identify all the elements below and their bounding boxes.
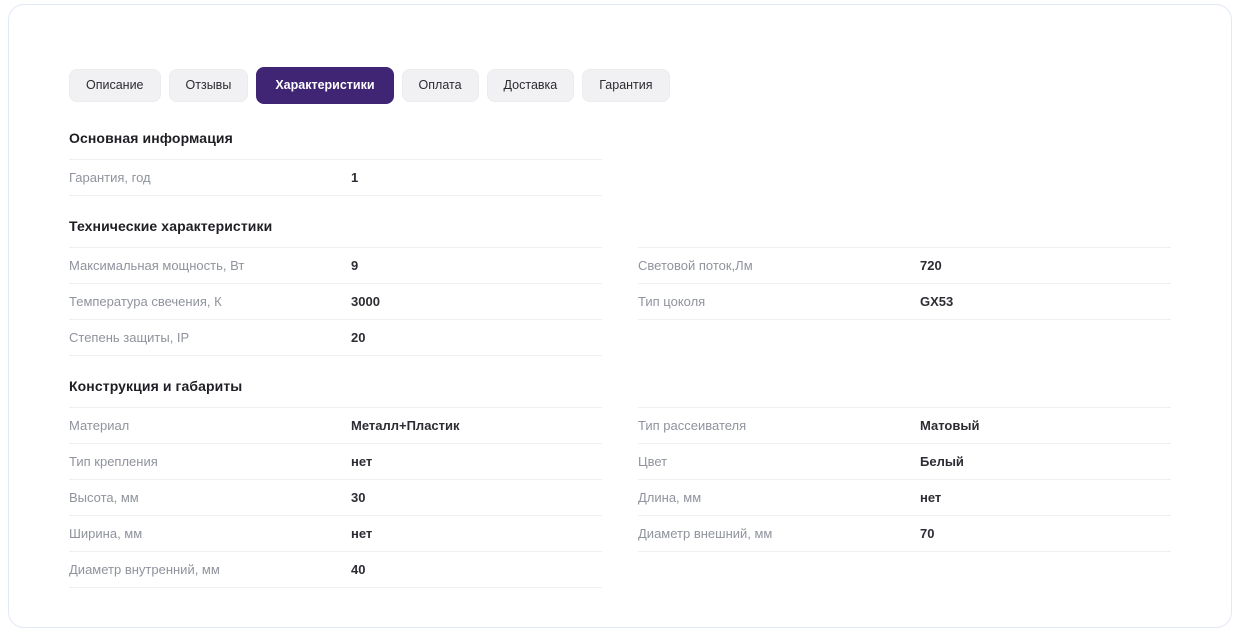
spec-row-ip-rating: Степень защиты, IP 20 bbox=[69, 320, 602, 356]
section-construction: Конструкция и габариты Материал Металл+П… bbox=[69, 378, 1171, 588]
spec-value: 720 bbox=[920, 257, 942, 273]
spec-label: Высота, мм bbox=[69, 489, 139, 505]
section-title-technical: Технические характеристики bbox=[69, 217, 273, 234]
spec-value: 1 bbox=[351, 169, 359, 185]
tab-characteristics[interactable]: Характеристики bbox=[256, 67, 394, 104]
spec-value: GX53 bbox=[920, 293, 954, 309]
spec-value: 3000 bbox=[351, 293, 380, 309]
spec-label: Степень защиты, IP bbox=[69, 329, 190, 345]
spec-columns: Максимальная мощность, Вт 9 Температура … bbox=[69, 246, 1171, 356]
section-title-construction: Конструкция и габариты bbox=[69, 377, 243, 394]
spec-column-left: Материал Металл+Пластик Тип крепления не… bbox=[69, 406, 602, 588]
spec-label: Температура свечения, К bbox=[69, 293, 222, 309]
spec-value: Матовый bbox=[920, 417, 980, 433]
spec-row-material: Материал Металл+Пластик bbox=[69, 408, 602, 444]
spec-value: 30 bbox=[351, 489, 366, 505]
spec-label: Тип крепления bbox=[69, 453, 158, 469]
spec-value: нет bbox=[351, 525, 373, 541]
spec-columns: Материал Металл+Пластик Тип крепления не… bbox=[69, 406, 1171, 588]
spec-row-diffuser-type: Тип рассеивателя Матовый bbox=[638, 408, 1171, 444]
section-basic-info: Основная информация Гарантия, год 1 bbox=[69, 130, 1171, 196]
spec-column-left: Максимальная мощность, Вт 9 Температура … bbox=[69, 246, 602, 356]
spec-column-right: Световой поток,Лм 720 Тип цоколя GX53 bbox=[638, 246, 1171, 356]
tab-warranty[interactable]: Гарантия bbox=[582, 69, 670, 102]
characteristics-content: Описание Отзывы Характеристики Оплата До… bbox=[9, 5, 1231, 588]
tab-payment[interactable]: Оплата bbox=[401, 69, 479, 102]
spec-columns: Гарантия, год 1 bbox=[69, 158, 1171, 196]
spec-column-right bbox=[638, 159, 1171, 196]
spec-label: Тип рассеивателя bbox=[638, 417, 747, 433]
spec-label: Диаметр внутренний, мм bbox=[69, 561, 220, 577]
spec-column-left: Гарантия, год 1 bbox=[69, 158, 602, 196]
spec-label: Материал bbox=[69, 417, 130, 433]
spec-value: Белый bbox=[920, 453, 964, 469]
tab-bar: Описание Отзывы Характеристики Оплата До… bbox=[69, 67, 1171, 104]
spec-label: Цвет bbox=[638, 453, 668, 469]
spec-label: Световой поток,Лм bbox=[638, 257, 753, 273]
spec-row-outer-diameter: Диаметр внешний, мм 70 bbox=[638, 516, 1171, 552]
spec-value: Металл+Пластик bbox=[351, 417, 460, 433]
spec-value: 70 bbox=[920, 525, 935, 541]
spec-row-inner-diameter: Диаметр внутренний, мм 40 bbox=[69, 552, 602, 588]
tab-reviews[interactable]: Отзывы bbox=[168, 69, 249, 102]
spec-value: 9 bbox=[351, 257, 359, 273]
section-technical: Технические характеристики Максимальная … bbox=[69, 218, 1171, 356]
spec-row-mount-type: Тип крепления нет bbox=[69, 444, 602, 480]
spec-column-right: Тип рассеивателя Матовый Цвет Белый Длин… bbox=[638, 406, 1171, 588]
spec-row-luminous-flux: Световой поток,Лм 720 bbox=[638, 248, 1171, 284]
section-title-basic-info: Основная информация bbox=[69, 129, 233, 146]
spec-value: нет bbox=[920, 489, 942, 505]
spec-value: нет bbox=[351, 453, 373, 469]
spec-label: Максимальная мощность, Вт bbox=[69, 257, 245, 273]
spec-row-max-power: Максимальная мощность, Вт 9 bbox=[69, 248, 602, 284]
spec-row-color-temperature: Температура свечения, К 3000 bbox=[69, 284, 602, 320]
spec-value: 40 bbox=[351, 561, 366, 577]
spec-row-socket-type: Тип цоколя GX53 bbox=[638, 284, 1171, 320]
spec-row-height: Высота, мм 30 bbox=[69, 480, 602, 516]
spec-label: Длина, мм bbox=[638, 489, 702, 505]
product-details-card: Описание Отзывы Характеристики Оплата До… bbox=[8, 4, 1232, 628]
spec-value: 20 bbox=[351, 329, 366, 345]
spec-row-color: Цвет Белый bbox=[638, 444, 1171, 480]
spec-label: Гарантия, год bbox=[69, 169, 151, 185]
tab-description[interactable]: Описание bbox=[69, 69, 161, 102]
spec-label: Тип цоколя bbox=[638, 293, 706, 309]
spec-label: Ширина, мм bbox=[69, 525, 143, 541]
spec-row-width: Ширина, мм нет bbox=[69, 516, 602, 552]
spec-label: Диаметр внешний, мм bbox=[638, 525, 773, 541]
tab-delivery[interactable]: Доставка bbox=[486, 69, 575, 102]
spec-row-length: Длина, мм нет bbox=[638, 480, 1171, 516]
spec-row-warranty-years: Гарантия, год 1 bbox=[69, 160, 602, 196]
